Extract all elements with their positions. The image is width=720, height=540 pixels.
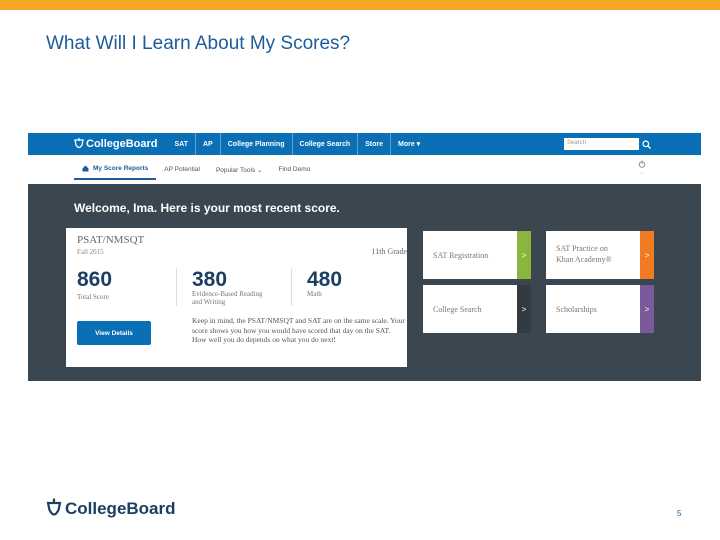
- power-icon: [638, 160, 646, 168]
- tab-popular-tools[interactable]: Popular Tools ⌄: [208, 163, 271, 180]
- tab-label: My Score Reports: [93, 165, 149, 172]
- score-note: Keep in mind, the PSAT/NMSQT and SAT are…: [192, 316, 405, 344]
- math-score-value: 480: [307, 268, 343, 291]
- sub-navigation: My Score Reports AP Potential Popular To…: [28, 155, 701, 184]
- search-input[interactable]: Search: [564, 138, 639, 150]
- chevron-right-icon: >: [640, 231, 654, 279]
- divider: [291, 268, 292, 306]
- score-report-screenshot: CollegeBoard SAT AP College Planning Col…: [28, 133, 701, 381]
- footer-brand: CollegeBoard: [65, 499, 176, 518]
- tile-khan-academy[interactable]: SAT Practice on Khan Academy® >: [546, 231, 654, 279]
- ebrw-label-line1: Evidence-Based Reading: [192, 290, 263, 298]
- nav-store[interactable]: Store: [357, 133, 390, 155]
- chevron-right-icon: >: [640, 285, 654, 333]
- nav-more[interactable]: More ▾: [390, 133, 427, 155]
- nav-college-search[interactable]: College Search: [291, 133, 358, 155]
- nav-ap[interactable]: AP: [195, 133, 220, 155]
- top-navigation: CollegeBoard SAT AP College Planning Col…: [28, 133, 701, 155]
- tab-ap-potential[interactable]: AP Potential: [156, 163, 208, 180]
- math-score-label: Math: [307, 290, 322, 298]
- ebrw-label-line2: and Writing: [192, 298, 226, 306]
- tile-label: College Search: [433, 305, 482, 314]
- nav-college-planning[interactable]: College Planning: [219, 133, 292, 155]
- exam-name: PSAT/NMSQT: [77, 234, 145, 246]
- total-score-value: 860: [77, 268, 113, 291]
- score-card: PSAT/NMSQT Fall 2015 11th Grade 860 Tota…: [66, 228, 407, 367]
- tile-sat-registration[interactable]: SAT Registration >: [423, 231, 531, 279]
- search-icon: [641, 139, 651, 149]
- tile-label-line1: SAT Practice on: [556, 244, 608, 253]
- tile-label: SAT Practice on Khan Academy®: [556, 243, 612, 265]
- slide-title: What Will I Learn About My Scores?: [46, 33, 351, 54]
- top-accent-bar: [0, 0, 720, 10]
- nav-sat[interactable]: SAT: [168, 133, 195, 155]
- tab-find-demo[interactable]: Find Demo: [270, 163, 318, 180]
- tile-label-line2: Khan Academy®: [556, 255, 612, 264]
- acorn-icon: [74, 138, 84, 149]
- site-logo[interactable]: CollegeBoard: [74, 138, 158, 150]
- tile-college-search[interactable]: College Search >: [423, 285, 531, 333]
- tile-scholarships[interactable]: Scholarships >: [546, 285, 654, 333]
- exam-term: Fall 2015: [77, 248, 104, 256]
- view-details-button[interactable]: View Details: [77, 321, 151, 345]
- subnav-tabs: My Score Reports AP Potential Popular To…: [74, 163, 318, 180]
- home-icon: [82, 165, 89, 172]
- total-score-label: Total Score: [77, 293, 109, 301]
- acorn-icon: [46, 498, 62, 516]
- page-number: 5: [677, 509, 682, 518]
- chevron-right-icon: >: [517, 285, 531, 333]
- divider: [176, 268, 177, 306]
- chevron-right-icon: >: [517, 231, 531, 279]
- welcome-message: Welcome, Ima. Here is your most recent s…: [74, 201, 340, 215]
- main-nav: SAT AP College Planning College Search S…: [168, 133, 428, 155]
- grade-level: 11th Grade: [371, 247, 407, 256]
- logout-button[interactable]: ←: [632, 160, 652, 176]
- ebrw-score-value: 380: [192, 268, 228, 291]
- ebrw-score-label: Evidence-Based Reading and Writing: [192, 290, 263, 306]
- footer-logo: CollegeBoard: [46, 498, 176, 520]
- search-button[interactable]: [640, 137, 652, 151]
- tile-label: Scholarships: [556, 305, 597, 314]
- tab-my-score-reports[interactable]: My Score Reports: [74, 163, 157, 180]
- tile-label: SAT Registration: [433, 251, 489, 260]
- logout-label: ←: [639, 170, 645, 176]
- site-brand: CollegeBoard: [86, 138, 158, 150]
